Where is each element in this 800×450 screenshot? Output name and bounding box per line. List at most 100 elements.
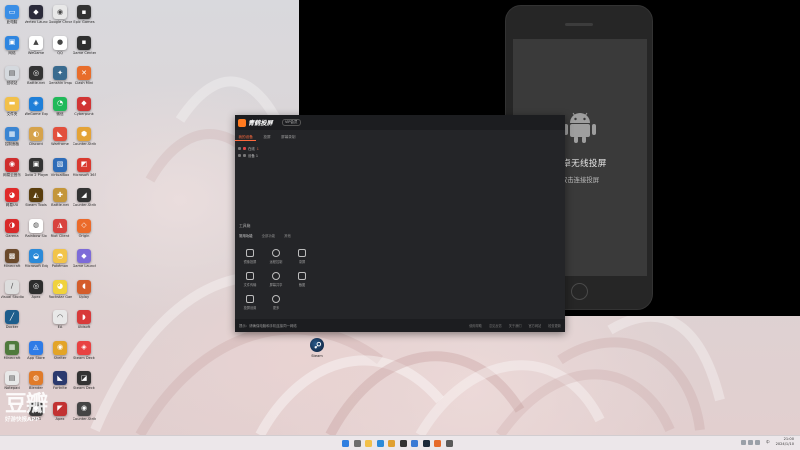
desktop-icon[interactable]: ◮ Riot Client [48, 217, 72, 248]
footer-link[interactable]: 使用帮助 [469, 323, 482, 328]
list-item[interactable]: 在线 1 [238, 145, 298, 152]
tool-button[interactable]: 远程控制 [263, 245, 289, 268]
desktop-icon[interactable]: ◉Counter-Strike [72, 400, 96, 431]
desktop-icon[interactable]: ● QQ [48, 34, 72, 65]
desktop-icon[interactable]: ▬ 文件夹 [0, 95, 24, 126]
battery-icon[interactable] [754, 439, 760, 445]
footer-note: 提示：请确保电脑和手机连接同一网络 [239, 324, 297, 328]
clock[interactable]: 21:00 2024/1/10 [776, 437, 794, 447]
desktop-icon[interactable]: ▭ 此电脑 [0, 3, 24, 34]
desktop-icon[interactable]: ◔ 微信 [48, 95, 72, 126]
tools-subtab[interactable]: 其他 [284, 233, 291, 238]
desktop-icon[interactable]: ⬢Counter-Strike [72, 125, 96, 156]
footer-link[interactable]: 意见反馈 [489, 323, 502, 328]
taskbar-settings-button[interactable] [445, 438, 454, 448]
taskbar-start-button[interactable] [341, 438, 350, 448]
desktop-icon-label: Pokémon [51, 264, 69, 268]
tool-button[interactable]: 投屏设置 [237, 291, 263, 314]
taskbar-mail-button[interactable] [410, 438, 419, 448]
desktop-icon[interactable]: ◤ Apex [48, 400, 72, 431]
input-language[interactable]: 中 [766, 440, 770, 445]
desktop-icon[interactable]: ◑ Garena [0, 217, 24, 248]
desktop-icon-steam[interactable]: Steam [305, 338, 329, 358]
desktop-icon-label: Genshin Impact [48, 81, 72, 85]
desktop-icon[interactable]: ◭ Steam Tools [24, 186, 48, 217]
desktop-icon[interactable]: ▪ Epic Games [72, 3, 96, 34]
desktop-icon[interactable]: ◆Game Launcher [72, 247, 96, 278]
desktop-icon[interactable]: ◢Counter-Strike [72, 186, 96, 217]
desktop-icon[interactable]: ◕Rockstar Games [48, 278, 72, 309]
desktop-icon[interactable]: ◩ Microsoft 365 [72, 156, 96, 187]
tool-button[interactable]: 录屏 [289, 245, 315, 268]
desktop-icon[interactable]: ◬ App Store [24, 339, 48, 370]
tool-button[interactable]: 截图 [289, 268, 315, 291]
tray-icons[interactable] [740, 439, 760, 445]
desktop-icon[interactable]: ▣ Dota 2 Player [24, 156, 48, 187]
taskbar-search-button[interactable] [353, 438, 362, 448]
desktop-icon[interactable]: ◕ 网易UU [0, 186, 24, 217]
desktop-icon[interactable]: ◖ Uplay [72, 278, 96, 309]
taskbar-app-panel-button[interactable] [433, 438, 442, 448]
list-item[interactable]: 设备 1 [238, 152, 298, 159]
taskbar-terminal-button[interactable] [399, 438, 408, 448]
tool-label: 投屏设置 [243, 306, 257, 310]
desktop-icon[interactable]: ◈ Steam Deck [72, 339, 96, 370]
desktop-icon[interactable]: ▪ Game Center [72, 34, 96, 65]
desktop-icon[interactable]: ✚ Battle.net [48, 186, 72, 217]
desktop-icon[interactable]: ◒Microsoft Edge [24, 247, 48, 278]
status-icon [243, 147, 246, 150]
system-tray: 中 21:00 2024/1/10 [740, 437, 794, 447]
tool-button[interactable]: 更多 [263, 291, 289, 314]
desktop-icon[interactable]: ◎ Battle.net [24, 64, 48, 95]
tool-button[interactable]: 屏幕共享 [263, 268, 289, 291]
desktop-icon[interactable]: ◍ Rainbow Six [24, 217, 48, 248]
desktop-icon[interactable]: ◓ Pokémon [48, 247, 72, 278]
tools-subtab[interactable]: 常用功能 [239, 233, 253, 238]
vip-badge[interactable]: VIP会员 [282, 119, 301, 126]
desktop-icon[interactable]: ╱ Docker [0, 308, 24, 339]
desktop-icon[interactable]: ▦ Minecraft [0, 339, 24, 370]
desktop-icon[interactable]: ✦Genshin Impact [48, 64, 72, 95]
desktop-icon[interactable]: ◈WeGame Express [24, 95, 48, 126]
desktop-icon-label: Shelter [53, 355, 67, 360]
desktop-icon[interactable]: ▤ 回收站 [0, 64, 24, 95]
app-tab[interactable]: 投屏 [256, 133, 277, 141]
taskbar-steam-button[interactable] [422, 438, 431, 448]
desktop-icon[interactable]: ◎ Apex [24, 278, 48, 309]
app-tab[interactable]: 我的设备 [235, 133, 257, 141]
wifi-icon[interactable] [740, 439, 746, 445]
desktop-icon[interactable]: ◆Vertex Launcher [24, 3, 48, 34]
desktop-icon[interactable]: ◆ Cyberpunk [72, 95, 96, 126]
desktop-icon[interactable]: ◪ Steam Deck [72, 369, 96, 400]
desktop-icon[interactable]: ▲ WeGame [24, 34, 48, 65]
desktop-icon[interactable]: ◗ Ubisoft [72, 308, 96, 339]
taskbar-chrome-button[interactable] [387, 438, 396, 448]
desktop-icon[interactable]: ◇ Origin [72, 217, 96, 248]
desktop-icon[interactable]: ▧ VirtualBox [48, 156, 72, 187]
tools-subtab[interactable]: 全部功能 [262, 233, 276, 238]
footer-link[interactable]: 关于我们 [509, 323, 522, 328]
desktop-icon[interactable]: ◉ Shelter [48, 339, 72, 370]
footer-link[interactable]: 官方网站 [529, 323, 542, 328]
tool-button[interactable]: 镜像投屏 [237, 245, 263, 268]
desktop-icon[interactable]: ◉Google Chrome [48, 3, 72, 34]
taskbar-file-explorer-button[interactable] [364, 438, 373, 448]
desktop-icon[interactable]: ▦ 控制面板 [0, 125, 24, 156]
mail-icon [411, 439, 418, 447]
taskbar-edge-button[interactable] [376, 438, 385, 448]
desktop-icon[interactable]: ▩ Minecraft [0, 247, 24, 278]
desktop-icon-label: Apex [31, 294, 41, 299]
footer-link[interactable]: 检查更新 [548, 323, 561, 328]
tool-button[interactable]: 文件传输 [237, 268, 263, 291]
desktop-icon[interactable]: ✕ Clash Mini [72, 64, 96, 95]
app-tab[interactable]: 屏幕录制 [278, 133, 299, 141]
desktop-icon[interactable]: ◐ Discord [24, 125, 48, 156]
desktop-icon[interactable]: ◉ 网易云音乐 [0, 156, 24, 187]
desktop-icon[interactable]: ▣ 网络 [0, 34, 24, 65]
desktop-icon[interactable]: ∕ Visual Studio [0, 278, 24, 309]
desktop-icon[interactable]: ◠ EA [48, 308, 72, 339]
desktop-icon[interactable]: ◣ Fortnite [48, 369, 72, 400]
volume-icon[interactable] [747, 439, 753, 445]
desktop-icon[interactable]: ◣ Warframe [48, 125, 72, 156]
cast-app-window[interactable]: 青鹤投屏 VIP会员 我的设备 投屏 屏幕录制 在线 1 设备 1 工具箱 常用功能… [235, 115, 565, 332]
